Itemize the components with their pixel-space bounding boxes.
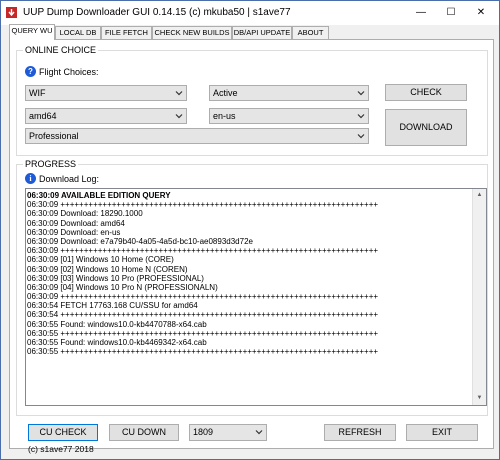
log-line: 06:30:55 +++++++++++++++++++++++++++++++…: [27, 328, 379, 338]
ring-value: WIF: [29, 88, 46, 98]
download-log-label: Download Log:: [39, 174, 100, 184]
log-line: 06:30:09 [03] Windows 10 Pro (PROFESSION…: [27, 273, 204, 283]
edition-value: Professional: [29, 131, 79, 141]
log-line: 06:30:54 +++++++++++++++++++++++++++++++…: [27, 310, 379, 320]
scroll-down-icon[interactable]: ▼: [473, 392, 486, 405]
log-line: 06:30:09 Download: en-us: [27, 227, 121, 237]
minimize-button[interactable]: —: [407, 1, 435, 25]
download-button[interactable]: DOWNLOAD: [385, 109, 467, 146]
tab-db-api-update[interactable]: DB/API UPDATE: [232, 26, 292, 39]
refresh-button[interactable]: REFRESH: [324, 424, 396, 441]
copyright-text: (c) s1ave77 2018: [28, 444, 94, 454]
dropdown-arrow-icon: [255, 430, 263, 435]
tab-local-db[interactable]: LOCAL DB: [55, 26, 101, 39]
log-line: 06:30:09 [02] Windows 10 Home N (COREN): [27, 264, 188, 274]
app-window: UUP Dump Downloader GUI 0.14.15 (c) mkub…: [0, 0, 500, 460]
log-line: 06:30:55 +++++++++++++++++++++++++++++++…: [27, 347, 379, 357]
tab-query-wu[interactable]: QUERY WU: [9, 24, 55, 40]
flight-choices-label: Flight Choices:: [39, 67, 99, 77]
dropdown-arrow-icon: [357, 134, 365, 139]
tab-about[interactable]: ABOUT: [292, 26, 329, 39]
scroll-up-icon[interactable]: ▲: [473, 189, 486, 202]
close-button[interactable]: ✕: [467, 1, 495, 25]
log-line: 06:30:09 Download: amd64: [27, 218, 125, 228]
log-line: 06:30:09 Download: e7a79b40-4a05-4a5d-bc…: [27, 236, 253, 246]
tab-check-new-builds[interactable]: CHECK NEW BUILDS: [152, 26, 232, 39]
info-icon: i: [25, 173, 36, 184]
log-lines: 06:30:09 AVAILABLE EDITION QUERY 06:30:09…: [27, 191, 473, 405]
online-choice-title: ONLINE CHOICE: [23, 45, 99, 56]
flight-select[interactable]: Active: [209, 85, 369, 101]
dropdown-arrow-icon: [357, 91, 365, 96]
download-log-box[interactable]: 06:30:09 AVAILABLE EDITION QUERY 06:30:09…: [25, 188, 487, 406]
tab-file-fetch[interactable]: FILE FETCH: [101, 26, 152, 39]
dropdown-arrow-icon: [357, 114, 365, 119]
log-line: 06:30:09 Download: 18290.1000: [27, 209, 143, 219]
log-line: 06:30:09 +++++++++++++++++++++++++++++++…: [27, 292, 379, 302]
cu-down-button[interactable]: CU DOWN: [109, 424, 179, 441]
flight-value: Active: [213, 88, 238, 98]
title-bar[interactable]: UUP Dump Downloader GUI 0.14.15 (c) mkub…: [1, 1, 499, 25]
cu-check-button[interactable]: CU CHECK: [28, 424, 98, 441]
exit-button[interactable]: EXIT: [406, 424, 478, 441]
log-scrollbar[interactable]: ▲ ▼: [472, 189, 486, 405]
language-value: en-us: [213, 111, 236, 121]
dropdown-arrow-icon: [175, 114, 183, 119]
ring-select[interactable]: WIF: [25, 85, 187, 101]
version-value: 1809: [193, 427, 214, 437]
check-button[interactable]: CHECK: [385, 84, 467, 101]
help-icon: ?: [25, 66, 36, 77]
language-select[interactable]: en-us: [209, 108, 369, 124]
app-icon: [6, 7, 17, 18]
window-title: UUP Dump Downloader GUI 0.14.15 (c) mkub…: [23, 7, 291, 18]
log-line: 06:30:09 [04] Windows 10 Pro N (PROFESSI…: [27, 282, 218, 292]
maximize-button[interactable]: ☐: [437, 1, 465, 25]
progress-title: PROGRESS: [23, 159, 79, 170]
log-line: 06:30:55 Found: windows10.0-kb4470788-x6…: [27, 319, 207, 329]
log-line: 06:30:09 +++++++++++++++++++++++++++++++…: [27, 246, 379, 256]
log-line: 06:30:09 AVAILABLE EDITION QUERY: [27, 191, 171, 200]
log-line: 06:30:09 [01] Windows 10 Home (CORE): [27, 255, 174, 265]
query-wu-panel: ONLINE CHOICE ? Flight Choices: WIF Acti…: [9, 39, 494, 449]
dropdown-arrow-icon: [175, 91, 183, 96]
log-line: 06:30:09 +++++++++++++++++++++++++++++++…: [27, 200, 379, 210]
arch-select[interactable]: amd64: [25, 108, 187, 124]
log-line: 06:30:54 FETCH 17763.168 CU/SSU for amd6…: [27, 301, 198, 311]
edition-select[interactable]: Professional: [25, 128, 369, 144]
version-select[interactable]: 1809: [189, 424, 267, 441]
arch-value: amd64: [29, 111, 57, 121]
log-line: 06:30:55 Found: windows10.0-kb4469342-x6…: [27, 338, 207, 347]
